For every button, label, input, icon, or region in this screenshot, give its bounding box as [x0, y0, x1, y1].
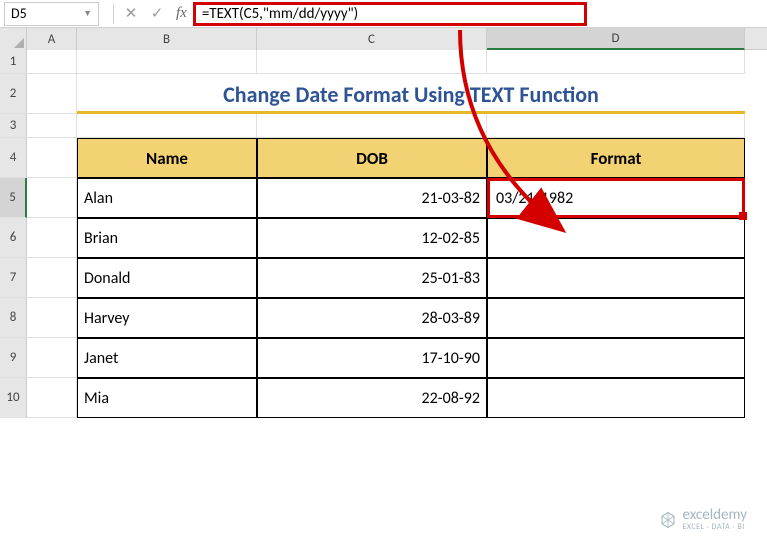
cell-d1[interactable] [487, 50, 745, 74]
cell-a1[interactable] [27, 50, 77, 74]
cell-a2[interactable] [27, 74, 77, 114]
cell-a6[interactable] [27, 218, 77, 258]
formula-text: =TEXT(C5,"mm/dd/yyyy") [202, 5, 358, 23]
title-underline [77, 111, 745, 114]
cell-c1[interactable] [257, 50, 487, 74]
table-cell-dob[interactable]: 12-02-85 [257, 218, 487, 258]
col-header-c[interactable]: C [257, 28, 487, 50]
row-header-9[interactable]: 9 [0, 338, 27, 378]
page-title[interactable]: Change Date Format Using TEXT Function [77, 74, 745, 114]
table-cell-dob[interactable]: 21-03-82 [257, 178, 487, 218]
cells-area: Change Date Format Using TEXT Function N… [27, 50, 767, 418]
row-header-7[interactable]: 7 [0, 258, 27, 298]
row-header-8[interactable]: 8 [0, 298, 27, 338]
name-box-value: D5 [11, 5, 27, 22]
header-format[interactable]: Format [487, 138, 745, 178]
fx-icon[interactable]: fx [170, 5, 193, 22]
watermark-brand: exceldemy [683, 508, 747, 523]
divider [113, 4, 114, 24]
logo-icon [659, 511, 677, 529]
col-header-a[interactable]: A [27, 28, 77, 50]
watermark-tag: EXCEL · DATA · BI [683, 523, 747, 531]
cell-b1[interactable] [77, 50, 257, 74]
table-cell-format[interactable]: 03/21/1982 [487, 178, 745, 218]
cell-a5[interactable] [27, 178, 77, 218]
table-cell-dob[interactable]: 25-01-83 [257, 258, 487, 298]
table-cell-format[interactable] [487, 258, 745, 298]
table-cell-dob[interactable]: 22-08-92 [257, 378, 487, 418]
name-box[interactable]: D5 ▼ [4, 2, 99, 26]
row-header-5[interactable]: 5 [0, 178, 27, 218]
cell-a8[interactable] [27, 298, 77, 338]
table-cell-format[interactable] [487, 218, 745, 258]
col-header-b[interactable]: B [77, 28, 257, 50]
header-name[interactable]: Name [77, 138, 257, 178]
cell-a7[interactable] [27, 258, 77, 298]
title-text: Change Date Format Using TEXT Function [223, 81, 599, 108]
table-cell-format[interactable] [487, 338, 745, 378]
table-cell-name[interactable]: Mia [77, 378, 257, 418]
cell-d5-value: 03/21/1982 [496, 189, 573, 208]
col-header-d[interactable]: D [487, 28, 745, 50]
cell-a4[interactable] [27, 138, 77, 178]
row-header-6[interactable]: 6 [0, 218, 27, 258]
fill-handle[interactable] [739, 212, 747, 220]
grid: 1 2 3 4 5 6 7 8 9 10 Change Date Format … [0, 50, 767, 418]
watermark: exceldemy EXCEL · DATA · BI [659, 508, 747, 531]
select-all-corner[interactable] [0, 28, 27, 50]
column-headers: A B C D [0, 28, 767, 50]
table-cell-name[interactable]: Brian [77, 218, 257, 258]
row-header-1[interactable]: 1 [0, 50, 27, 74]
table-cell-dob[interactable]: 17-10-90 [257, 338, 487, 378]
table-cell-name[interactable]: Janet [77, 338, 257, 378]
row-header-10[interactable]: 10 [0, 378, 27, 418]
table-cell-name[interactable]: Harvey [77, 298, 257, 338]
row-headers: 1 2 3 4 5 6 7 8 9 10 [0, 50, 27, 418]
row-header-2[interactable]: 2 [0, 74, 27, 114]
cell-c3[interactable] [257, 114, 487, 138]
cell-d3[interactable] [487, 114, 745, 138]
cell-b3[interactable] [77, 114, 257, 138]
table-cell-name[interactable]: Alan [77, 178, 257, 218]
chevron-down-icon[interactable]: ▼ [83, 8, 92, 19]
row-header-4[interactable]: 4 [0, 138, 27, 178]
cancel-icon[interactable]: ✕ [118, 2, 144, 26]
table-cell-format[interactable] [487, 378, 745, 418]
header-dob[interactable]: DOB [257, 138, 487, 178]
table-cell-name[interactable]: Donald [77, 258, 257, 298]
table-cell-dob[interactable]: 28-03-89 [257, 298, 487, 338]
formula-input[interactable]: =TEXT(C5,"mm/dd/yyyy") [193, 2, 587, 26]
row-header-3[interactable]: 3 [0, 114, 27, 138]
formula-bar: D5 ▼ ✕ ✓ fx =TEXT(C5,"mm/dd/yyyy") [0, 0, 767, 28]
cell-a9[interactable] [27, 338, 77, 378]
table-cell-format[interactable] [487, 298, 745, 338]
cell-a3[interactable] [27, 114, 77, 138]
cell-a10[interactable] [27, 378, 77, 418]
enter-icon[interactable]: ✓ [144, 2, 170, 26]
